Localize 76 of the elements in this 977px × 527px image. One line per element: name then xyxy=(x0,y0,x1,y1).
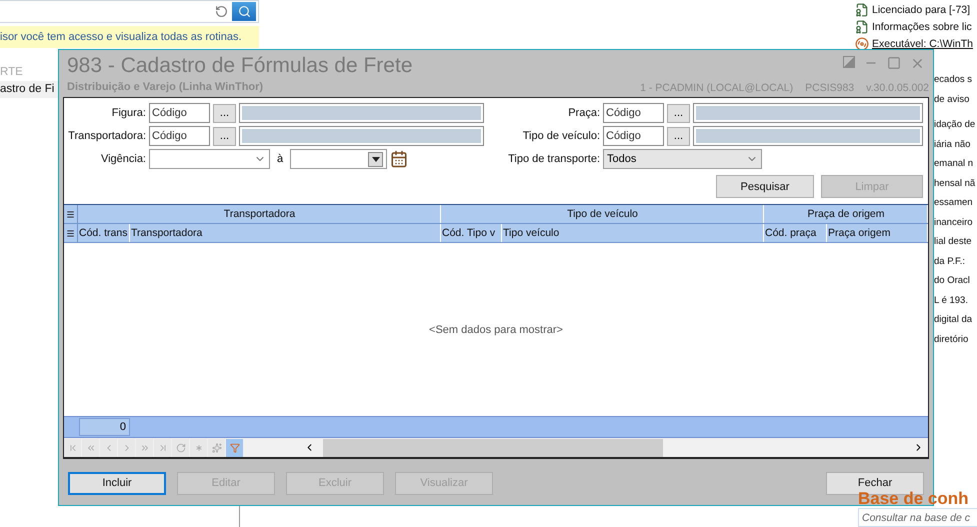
field-label: Tipo de veículo: xyxy=(522,130,600,142)
lookup-button[interactable]: ... xyxy=(667,126,690,146)
message-text: iária não xyxy=(934,138,972,152)
refresh-icon[interactable] xyxy=(172,438,189,456)
section-heading: RTE xyxy=(0,66,23,78)
certificate-icon xyxy=(855,3,869,17)
left-icon[interactable] xyxy=(100,438,117,456)
column-header[interactable]: Transportadora xyxy=(130,224,441,242)
search-icon xyxy=(238,5,250,18)
message-text: inanceiro xyxy=(934,216,974,230)
empty-message: <Sem dados para mostrar> xyxy=(429,324,563,336)
message-text: de aviso xyxy=(934,92,970,106)
disc-icon xyxy=(855,37,869,51)
code-field[interactable]: Código xyxy=(603,103,664,123)
search-button[interactable]: Pesquisar xyxy=(716,175,814,198)
restore-icon[interactable] xyxy=(843,56,855,68)
filter-icon[interactable] xyxy=(226,438,243,456)
band-header: Tipo de veículo xyxy=(441,205,764,223)
certificate-icon xyxy=(855,20,869,34)
row-count: 0 xyxy=(79,418,130,436)
undo-icon xyxy=(215,5,228,18)
lookup-button[interactable]: ... xyxy=(213,126,236,146)
message-text: diretório xyxy=(934,332,970,346)
info-link[interactable]: Licenciado para [-73] xyxy=(872,4,970,16)
executable-link[interactable]: Executável: C:\WinTh xyxy=(872,38,973,50)
message-text: L é 193. xyxy=(934,294,969,308)
window-title: 983 - Cadastro de Fórmulas de Frete xyxy=(67,54,412,78)
action-button[interactable]: Incluir xyxy=(68,472,166,494)
field-label: Figura: xyxy=(110,107,146,119)
dropdown-icon xyxy=(368,152,384,166)
message-text: lial deste xyxy=(934,235,972,249)
lookup-button[interactable]: ... xyxy=(667,104,690,122)
right-icon[interactable] xyxy=(118,438,135,456)
search-button[interactable] xyxy=(232,2,256,21)
column-header[interactable]: Cód. Tipo v xyxy=(441,224,502,242)
close-icon[interactable] xyxy=(910,56,925,71)
code-field[interactable]: Código xyxy=(149,103,210,123)
date-select[interactable] xyxy=(149,149,270,169)
search-field[interactable] xyxy=(0,0,259,23)
message-text: ecados s xyxy=(934,73,974,87)
column-chooser-icon[interactable] xyxy=(66,228,75,238)
column-header[interactable]: Tipo veículo xyxy=(502,224,764,242)
message-text: emanal n xyxy=(934,157,974,171)
double-left-icon[interactable] xyxy=(82,438,99,456)
date-field[interactable] xyxy=(290,149,388,169)
band-header: Transportadora xyxy=(78,205,441,223)
lookup-button[interactable]: ... xyxy=(213,104,236,122)
sparkle-icon[interactable] xyxy=(208,438,225,456)
field-label: Vigência: xyxy=(100,153,146,165)
message-text: do Oracl xyxy=(934,274,971,288)
column-header[interactable]: Cód. trans xyxy=(78,224,130,242)
code-field[interactable]: Código xyxy=(149,126,210,146)
last-icon[interactable] xyxy=(154,438,171,456)
message-text: digital da xyxy=(934,313,974,327)
field-label: Transportadora: xyxy=(67,130,146,142)
field-label: Tipo de transporte: xyxy=(507,153,600,165)
column-chooser-icon[interactable] xyxy=(66,210,75,218)
message-text: da P.F.: xyxy=(934,254,966,268)
message-text: hensal nã xyxy=(934,176,976,190)
maximize-icon[interactable] xyxy=(887,56,901,70)
double-right-icon[interactable] xyxy=(136,438,153,456)
info-banner: isor você tem acesso e visualiza todas as rotinas. xyxy=(0,26,259,48)
column-header[interactable]: Praça origem xyxy=(827,224,928,242)
column-header[interactable]: Cód. praça xyxy=(764,224,827,242)
transport-select[interactable]: Todos xyxy=(603,149,762,169)
first-icon[interactable] xyxy=(64,438,81,456)
field-label: Praça: xyxy=(567,107,600,119)
message-text: idação de xyxy=(934,118,976,132)
band-header: Praça de origem xyxy=(764,205,928,223)
calendar-icon[interactable] xyxy=(390,150,408,168)
code-field[interactable]: Código xyxy=(603,126,664,146)
message-text: essamen xyxy=(934,196,974,210)
separator-text: à xyxy=(276,153,284,165)
knowledge-search-field[interactable]: Consultar na base de c xyxy=(858,508,977,527)
asterisk-icon[interactable] xyxy=(190,438,207,456)
info-link[interactable]: Informações sobre lic xyxy=(872,21,972,33)
